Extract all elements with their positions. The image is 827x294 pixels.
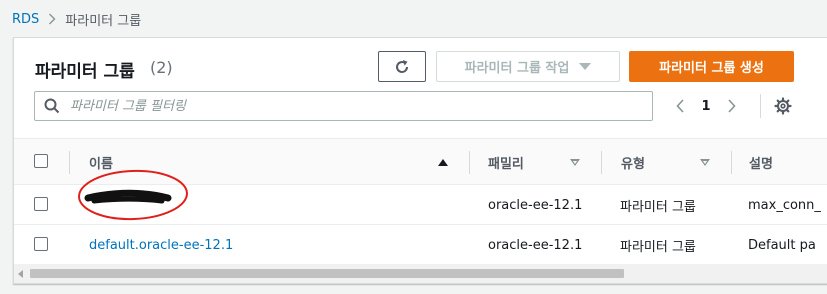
- column-label: 유형: [621, 157, 645, 172]
- column-label: 설명: [749, 157, 773, 172]
- chevron-left-icon[interactable]: [670, 98, 690, 114]
- divider: [760, 94, 761, 118]
- item-count: (2): [150, 58, 173, 77]
- select-all-checkbox[interactable]: [34, 154, 48, 168]
- column-header-family[interactable]: 패밀리: [488, 139, 524, 186]
- column-divider: [469, 151, 470, 174]
- row-checkbox[interactable]: [34, 237, 48, 251]
- pagination: 1: [670, 94, 742, 118]
- row-description: Default pa: [748, 237, 816, 253]
- chevron-right-icon: [48, 13, 56, 25]
- row-type: 파라미터 그룹: [620, 239, 696, 255]
- row-description: max_conn_: [748, 197, 821, 213]
- redaction-annotation: [78, 169, 188, 221]
- row-checkbox[interactable]: [34, 197, 48, 211]
- refresh-icon: [393, 58, 411, 76]
- row-family: oracle-ee-12.1: [488, 197, 583, 213]
- caret-down-icon: [579, 63, 592, 70]
- row-name-link[interactable]: default.oracle-ee-12.1: [89, 225, 233, 265]
- search-icon: [44, 98, 60, 114]
- column-divider: [69, 151, 70, 174]
- parameter-group-actions-button[interactable]: 파라미터 그룹 작업: [436, 51, 620, 82]
- page-number[interactable]: 1: [690, 99, 722, 114]
- horizontal-scrollbar[interactable]: [14, 264, 827, 283]
- breadcrumb-current: 파라미터 그룹: [65, 13, 142, 29]
- sort-descending-icon[interactable]: [570, 159, 580, 166]
- column-divider: [601, 151, 602, 174]
- filter-input[interactable]: [70, 98, 630, 114]
- page-title: 파라미터 그룹: [35, 62, 135, 82]
- breadcrumb-rds-link[interactable]: RDS: [12, 12, 39, 27]
- column-label: 패밀리: [488, 157, 524, 172]
- actions-label: 파라미터 그룹 작업: [464, 61, 570, 76]
- table-row[interactable]: default.oracle-ee-12.1 oracle-ee-12.1 파라…: [14, 225, 827, 265]
- create-parameter-group-button[interactable]: 파라미터 그룹 생성: [629, 51, 794, 82]
- sort-ascending-icon[interactable]: [438, 159, 448, 166]
- scroll-left-arrow-icon[interactable]: [18, 270, 23, 278]
- column-header-type[interactable]: 유형: [621, 139, 645, 186]
- column-divider: [731, 151, 732, 174]
- refresh-button[interactable]: [378, 51, 426, 82]
- gear-icon[interactable]: [774, 97, 792, 115]
- scroll-thumb[interactable]: [30, 269, 624, 278]
- filter-search-box[interactable]: [34, 91, 653, 121]
- column-header-description[interactable]: 설명: [749, 139, 773, 186]
- breadcrumb: RDS 파라미터 그룹: [12, 9, 141, 29]
- parameter-groups-panel: 파라미터 그룹 (2) 파라미터 그룹 작업 파라미터 그룹 생성 1: [13, 37, 827, 284]
- sort-descending-icon[interactable]: [700, 159, 710, 166]
- row-type: 파라미터 그룹: [620, 199, 696, 215]
- chevron-right-icon[interactable]: [722, 98, 742, 114]
- row-family: oracle-ee-12.1: [488, 237, 583, 253]
